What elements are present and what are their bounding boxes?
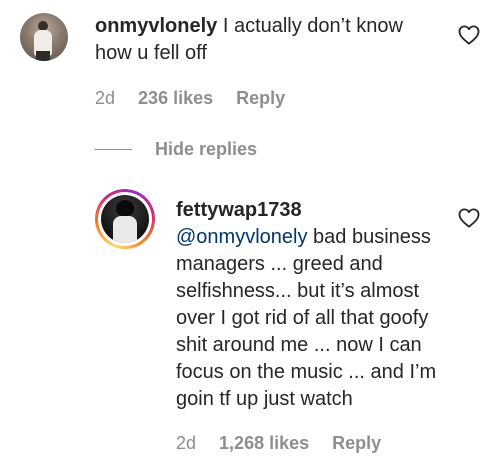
heart-icon[interactable] <box>458 208 480 228</box>
reply-likes[interactable]: 1,268 likes <box>219 433 309 453</box>
commenter-avatar[interactable] <box>20 13 68 61</box>
heart-icon[interactable] <box>458 25 480 45</box>
reply-username[interactable]: fettywap1738 <box>176 197 302 224</box>
replies-divider <box>95 149 132 150</box>
reply-reply-button[interactable]: Reply <box>332 433 381 453</box>
comment-body: onmyvlonely I actually don’t know how u … <box>95 13 435 67</box>
reply-body: @onmyvlonely bad business managers ... g… <box>176 224 451 413</box>
reply-meta: 2d 1,268 likes Reply <box>176 431 399 455</box>
reply-mention-link[interactable]: @onmyvlonely <box>176 226 307 248</box>
comment-likes[interactable]: 236 likes <box>138 88 213 108</box>
avatar-figure-shirt <box>113 216 137 243</box>
comment-reply-button[interactable]: Reply <box>236 88 285 108</box>
comment-meta: 2d 236 likes Reply <box>95 86 303 110</box>
comment-timestamp[interactable]: 2d <box>95 88 115 108</box>
avatar-figure-hair <box>116 200 134 216</box>
reply-text: bad business managers ... greed and self… <box>176 226 437 410</box>
reply-avatar[interactable] <box>101 195 149 243</box>
avatar-figure-legs <box>36 51 50 61</box>
comment-username[interactable]: onmyvlonely <box>95 15 217 37</box>
hide-replies-button[interactable]: Hide replies <box>155 137 257 161</box>
reply-timestamp[interactable]: 2d <box>176 433 196 453</box>
